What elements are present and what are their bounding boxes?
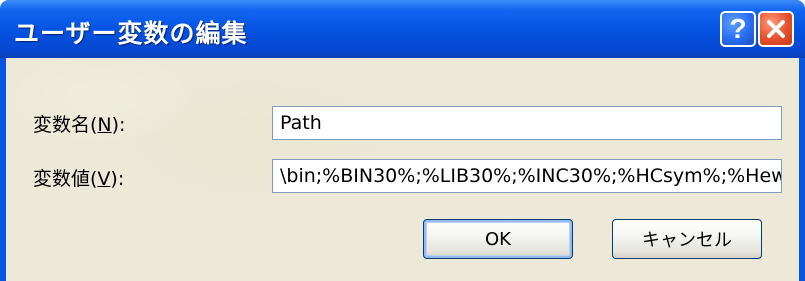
ok-button[interactable]: OK: [423, 219, 573, 259]
close-icon: [767, 20, 785, 38]
variable-name-input[interactable]: Path: [272, 106, 782, 140]
variable-name-label: 変数名(N):: [33, 114, 126, 136]
edit-user-variable-dialog: ユーザー変数の編集 ? 変数名(N): Path 変数値(V): \bin;%B…: [0, 0, 805, 281]
cancel-button[interactable]: キャンセル: [612, 219, 762, 259]
help-icon: ?: [729, 13, 747, 44]
help-button[interactable]: ?: [720, 11, 756, 47]
ok-button-label: OK: [485, 228, 511, 250]
dialog-title: ユーザー変数の編集: [14, 19, 248, 48]
variable-value-label: 変数値(V):: [33, 168, 125, 190]
title-bar[interactable]: ユーザー変数の編集 ?: [0, 0, 805, 58]
variable-value-input[interactable]: \bin;%BIN30%;%LIB30%;%INC30%;%HCsym%;%He…: [272, 159, 782, 193]
close-button[interactable]: [758, 11, 794, 47]
dialog-body: 変数名(N): Path 変数値(V): \bin;%BIN30%;%LIB30…: [6, 58, 799, 281]
cancel-button-label: キャンセル: [642, 230, 732, 251]
